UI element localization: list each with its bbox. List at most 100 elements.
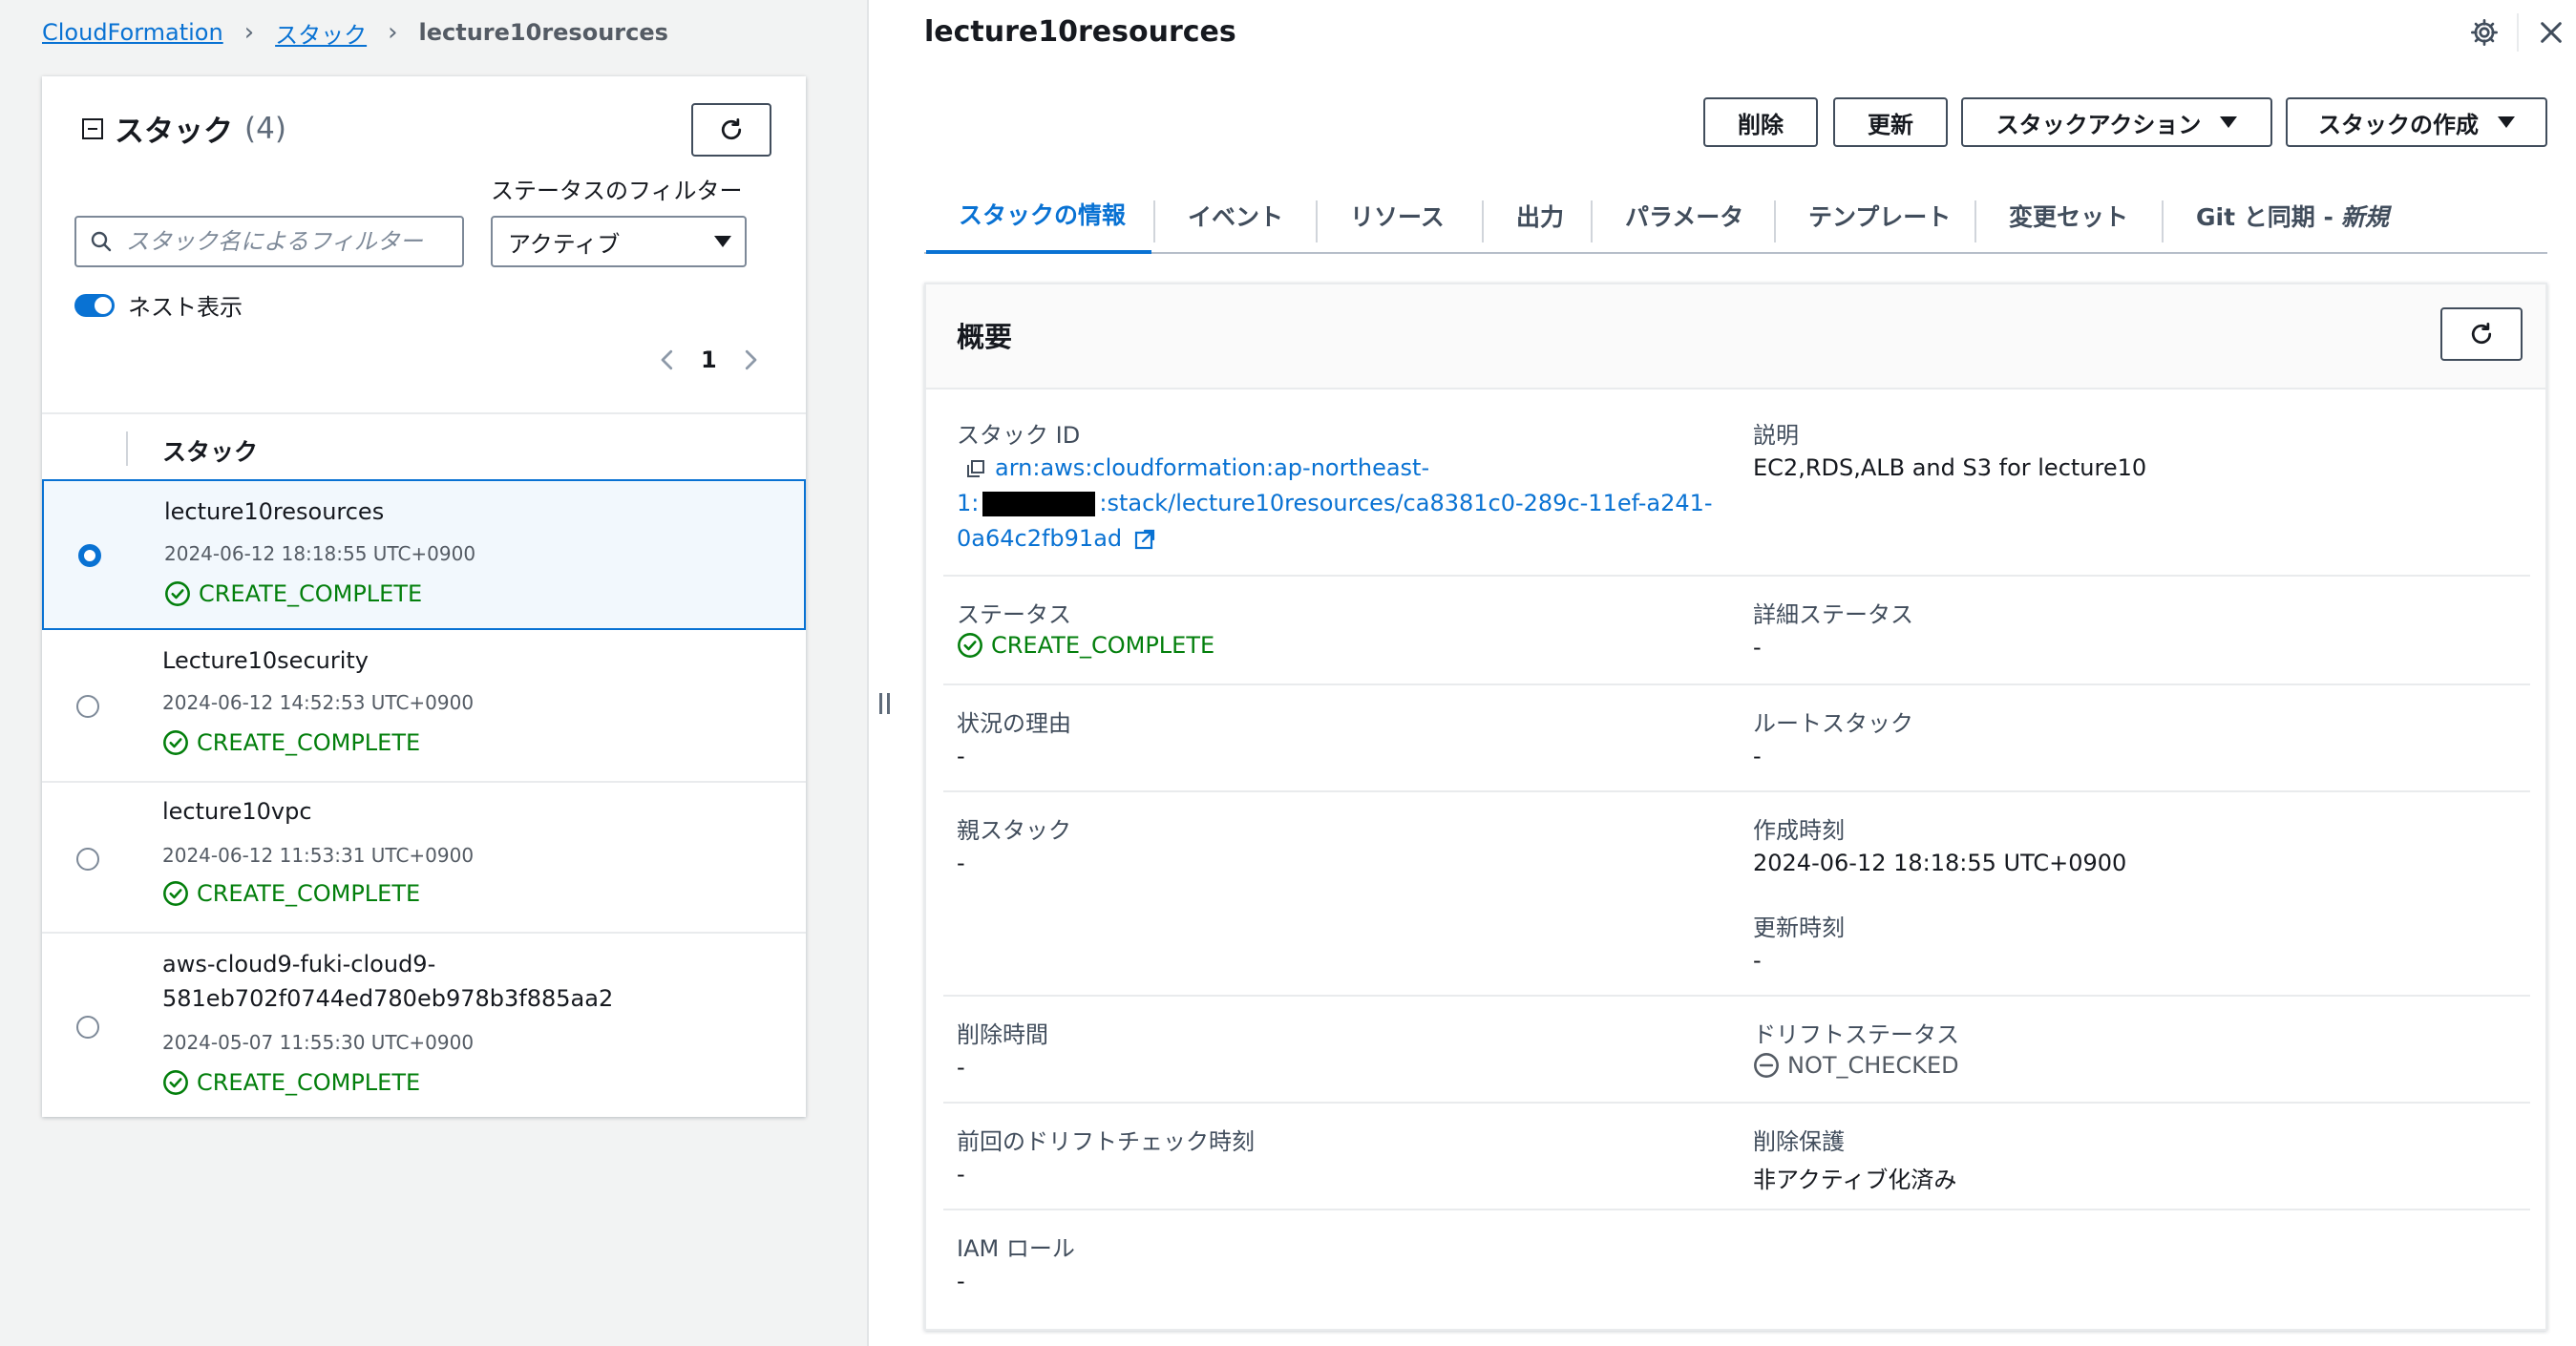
tab-outputs[interactable]: 出力: [1516, 178, 1564, 254]
breadcrumb: CloudFormation › スタック › lecture10resourc…: [42, 13, 668, 52]
last-drift-check-label: 前回のドリフトチェック時刻: [957, 1128, 1255, 1155]
chevron-right-icon: ›: [388, 18, 398, 47]
refresh-icon: [721, 118, 742, 140]
search-icon: [91, 231, 112, 252]
tab-separator: [1153, 200, 1155, 242]
external-link-icon[interactable]: [1133, 528, 1156, 551]
chevron-right-icon[interactable]: [736, 346, 765, 374]
stack-created-time: 2024-06-12 14:52:53 UTC+0900: [162, 691, 475, 714]
chevron-left-icon[interactable]: [653, 346, 682, 374]
updated-time-value: -: [1753, 947, 1762, 974]
stack-created-time: 2024-05-07 11:55:30 UTC+0900: [162, 1031, 475, 1054]
stack-name: Lecture10security: [162, 647, 369, 674]
stack-name-line1: aws-cloud9-fuki-cloud9-: [162, 951, 436, 978]
gear-icon[interactable]: [2469, 17, 2500, 48]
breadcrumb-stacks-link[interactable]: スタック: [275, 16, 367, 50]
caret-down-icon: [2220, 116, 2238, 128]
status-filter-value: アクティブ: [508, 230, 621, 258]
drift-status-value: NOT_CHECKED: [1753, 1052, 1959, 1079]
created-time-label: 作成時刻: [1753, 817, 1845, 844]
created-time-value: 2024-06-12 18:18:55 UTC+0900: [1753, 850, 2127, 876]
check-circle-icon: [163, 730, 188, 755]
stack-actions-button[interactable]: スタックアクション: [1961, 97, 2272, 147]
tab-changesets[interactable]: 変更セット: [2009, 178, 2128, 254]
drift-status-label: ドリフトステータス: [1753, 1021, 1959, 1048]
pane-resize-handle[interactable]: [879, 693, 890, 714]
stack-radio-selected[interactable]: [78, 544, 101, 567]
tab-parameters[interactable]: パラメータ: [1625, 178, 1743, 254]
stack-radio[interactable]: [76, 848, 99, 871]
stack-name-line2: 581eb702f0744ed780eb978b3f885aa2: [162, 985, 614, 1012]
stack-row-lecture10security[interactable]: Lecture10security 2024-06-12 14:52:53 UT…: [42, 630, 806, 783]
parent-stack-label: 親スタック: [957, 817, 1071, 844]
tab-git-sync[interactable]: Git と同期 - 新規: [2196, 178, 2389, 254]
check-circle-icon: [165, 581, 190, 606]
stack-radio[interactable]: [76, 695, 99, 718]
delete-button[interactable]: 削除: [1703, 97, 1818, 147]
stack-search-field[interactable]: [74, 216, 464, 267]
overview-refresh-button[interactable]: [2440, 307, 2523, 361]
stack-row-lecture10vpc[interactable]: lecture10vpc 2024-06-12 11:53:31 UTC+090…: [42, 783, 806, 934]
stack-count: (4): [244, 111, 286, 146]
tab-separator: [2162, 200, 2164, 242]
column-header-stack[interactable]: スタック: [162, 433, 258, 468]
page-number[interactable]: 1: [701, 347, 717, 373]
nested-view-label: ネスト表示: [128, 294, 243, 321]
resize-grip-bar: [887, 693, 890, 714]
status-filter-select[interactable]: アクティブ: [491, 216, 747, 267]
description-value: EC2,RDS,ALB and S3 for lecture10: [1753, 454, 2147, 481]
stack-status-text: CREATE_COMPLETE: [197, 729, 421, 756]
tab-separator: [1482, 200, 1484, 242]
iam-role-label: IAM ロール: [957, 1235, 1075, 1262]
root-stack-label: ルートスタック: [1753, 710, 1913, 737]
breadcrumb-cloudformation-link[interactable]: CloudFormation: [42, 19, 223, 46]
termination-protection-value: 非アクティブ化済み: [1753, 1167, 1957, 1193]
stack-id-line1-row: arn:aws:cloudformation:ap-northeast-: [957, 451, 1740, 486]
resize-grip-bar: [879, 693, 882, 714]
stack-id-value[interactable]: arn:aws:cloudformation:ap-northeast- 1::…: [957, 451, 1740, 557]
create-stack-label: スタックの作成: [2318, 111, 2479, 138]
status-value-text: CREATE_COMPLETE: [991, 632, 1215, 659]
tab-stack-info[interactable]: スタックの情報: [926, 178, 1151, 254]
row-divider: [943, 1102, 2530, 1104]
tab-resources[interactable]: リソース: [1350, 178, 1445, 254]
copy-icon[interactable]: [964, 457, 987, 480]
tab-separator: [1591, 200, 1593, 242]
check-circle-icon: [958, 633, 982, 658]
parent-stack-value: -: [957, 850, 965, 876]
stack-actions-label: スタックアクション: [1995, 111, 2202, 138]
stack-status: CREATE_COMPLETE: [162, 1069, 420, 1096]
status-reason-label: 状況の理由: [957, 710, 1071, 737]
stack-name: lecture10vpc: [162, 798, 312, 825]
tab-events[interactable]: イベント: [1188, 178, 1283, 254]
detailed-status-label: 詳細ステータス: [1753, 601, 1913, 628]
nested-view-toggle[interactable]: [74, 293, 115, 317]
stack-list-panel: スタック (4) ステータスのフィルター アクティブ ネスト表示: [42, 76, 806, 1117]
stack-list-refresh-button[interactable]: [691, 103, 771, 157]
overview-panel: 概要 スタック ID arn:aws:cloudformation:ap-nor…: [924, 283, 2547, 1331]
overview-title: 概要: [957, 321, 1013, 353]
stack-row-lecture10resources[interactable]: lecture10resources 2024-06-12 18:18:55 U…: [42, 479, 806, 630]
row-divider: [943, 575, 2530, 577]
caret-down-icon: [2498, 116, 2515, 128]
stack-status: CREATE_COMPLETE: [162, 729, 420, 756]
update-button[interactable]: 更新: [1833, 97, 1948, 147]
create-stack-button[interactable]: スタックの作成: [2286, 97, 2547, 147]
breadcrumb-current: lecture10resources: [418, 19, 668, 46]
stack-radio[interactable]: [76, 1016, 99, 1039]
stack-row-aws-cloud9[interactable]: aws-cloud9-fuki-cloud9- 581eb702f0744ed7…: [42, 934, 806, 1117]
stack-created-time: 2024-06-12 11:53:31 UTC+0900: [162, 844, 475, 867]
iam-role-value: -: [957, 1268, 965, 1294]
nested-view-toggle-row: ネスト表示: [74, 288, 243, 322]
tab-template[interactable]: テンプレート: [1808, 178, 1951, 254]
stack-detail-title: lecture10resources: [924, 15, 1236, 49]
tab-separator: [1774, 200, 1776, 242]
tab-git-sync-label: Git と同期 -: [2196, 203, 2333, 231]
column-divider: [126, 431, 128, 466]
stack-id-line1: arn:aws:cloudformation:ap-northeast-: [995, 454, 1430, 481]
stack-search-input[interactable]: [126, 228, 441, 255]
collapse-icon[interactable]: [82, 117, 103, 139]
stack-name: lecture10resources: [164, 498, 385, 525]
close-icon[interactable]: [2536, 17, 2566, 48]
refresh-icon: [2471, 323, 2492, 345]
